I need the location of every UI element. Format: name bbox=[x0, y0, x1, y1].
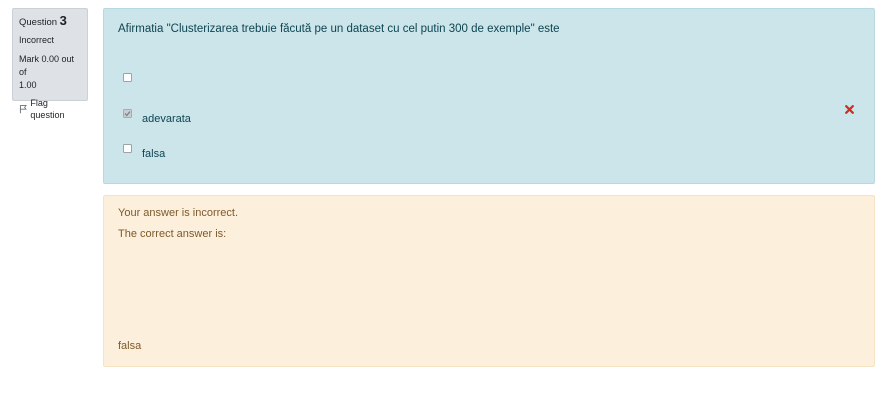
answer-option-1 bbox=[123, 73, 132, 82]
red-x-icon bbox=[845, 105, 854, 114]
answer-checkbox-2[interactable] bbox=[123, 109, 132, 118]
answer-label-2: adevarata bbox=[142, 113, 191, 125]
check-icon bbox=[124, 111, 131, 117]
grade-line-1: Mark 0.00 out of bbox=[19, 54, 75, 77]
feedback-panel: Your answer is incorrect. The correct an… bbox=[103, 195, 875, 367]
flag-icon bbox=[19, 105, 27, 114]
correct-answer-intro: The correct answer is: bbox=[118, 228, 227, 240]
flag-question-link[interactable]: Flag question bbox=[19, 97, 81, 121]
feedback-result: Your answer is incorrect. bbox=[118, 207, 239, 219]
question-state: Incorrect bbox=[19, 35, 55, 45]
question-text: Afirmatia "Clusterizarea trebuie făcută … bbox=[118, 23, 560, 35]
flag-question-label: Flag question bbox=[30, 98, 65, 120]
question-label: Question bbox=[19, 17, 58, 28]
grade-line-2: 1.00 bbox=[19, 80, 37, 90]
correct-answer-value: falsa bbox=[118, 340, 142, 352]
answer-option-2: adevarata bbox=[123, 109, 191, 125]
question-number: Question 3 bbox=[19, 14, 81, 30]
question-info-panel: Question 3 Incorrect Mark 0.00 out of 1.… bbox=[12, 8, 88, 120]
answer-label-3: falsa bbox=[142, 148, 166, 160]
answer-checkbox-3[interactable] bbox=[123, 144, 132, 153]
answer-option-3: falsa bbox=[123, 144, 165, 160]
question-grade: Mark 0.00 out of 1.00 bbox=[19, 53, 81, 92]
question-formulation: Afirmatia "Clusterizarea trebuie făcută … bbox=[103, 8, 875, 184]
question-number-value: 3 bbox=[59, 13, 67, 28]
answer-checkbox-1[interactable] bbox=[123, 73, 132, 82]
